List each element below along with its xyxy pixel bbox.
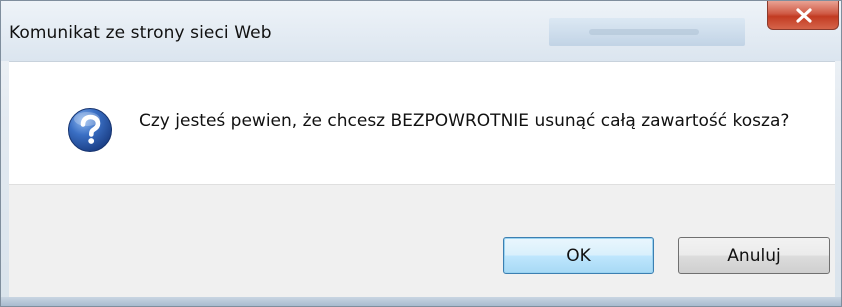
close-button[interactable] xyxy=(767,1,839,30)
window-bottom-edge xyxy=(1,297,841,306)
title-bar-glass xyxy=(549,18,745,46)
confirm-dialog: Komunikat ze strony sieci Web Czy jesteś… xyxy=(0,0,842,307)
dialog-title: Komunikat ze strony sieci Web xyxy=(9,23,272,43)
title-bar[interactable]: Komunikat ze strony sieci Web xyxy=(1,1,841,61)
message-area: Czy jesteś pewien, że chcesz BEZPOWROTNI… xyxy=(9,61,835,185)
button-bar: OK Anuluj xyxy=(9,184,835,298)
dialog-message: Czy jesteś pewien, że chcesz BEZPOWROTNI… xyxy=(139,111,790,131)
ok-button[interactable]: OK xyxy=(503,237,654,274)
question-icon xyxy=(68,108,112,152)
close-x-icon xyxy=(796,8,812,23)
cancel-button[interactable]: Anuluj xyxy=(678,237,830,274)
